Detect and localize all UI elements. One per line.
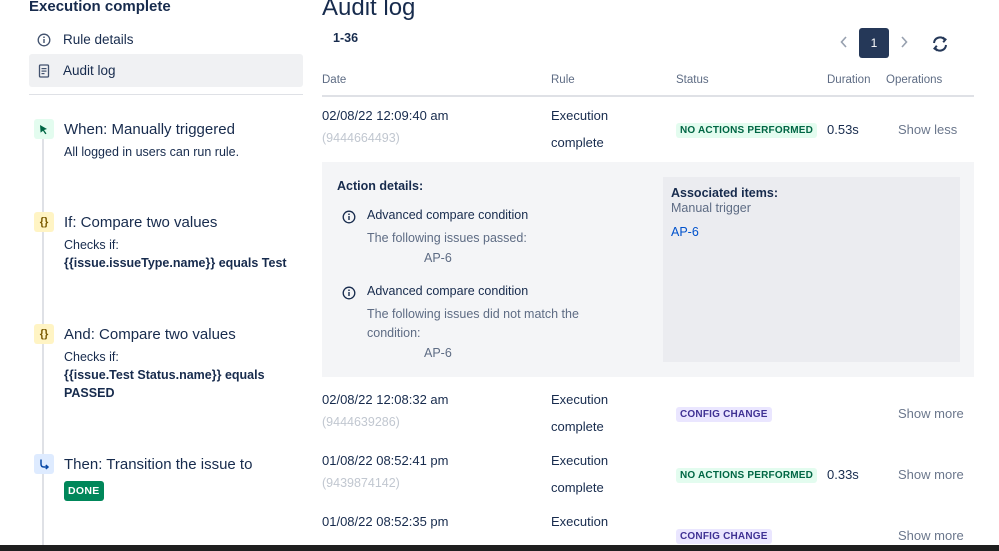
row-duration: 0.53s <box>827 122 859 137</box>
issue-link[interactable]: AP-6 <box>671 225 699 239</box>
step-title: Then: Transition the issue to <box>64 456 253 473</box>
row-rule-cont: complete <box>551 480 604 495</box>
info-icon <box>37 33 51 47</box>
rule-sidebar: Execution complete Rule details Audit lo… <box>0 0 310 551</box>
document-icon <box>37 63 51 78</box>
row-rule-cont: complete <box>551 419 604 434</box>
table-row: 01/08/22 08:52:41 pm (9439874142) Execut… <box>322 453 974 513</box>
row-rule: Execution <box>551 108 609 123</box>
column-header-date: Date <box>322 74 347 86</box>
show-more-link[interactable]: Show more <box>898 467 964 482</box>
action-details-panel: Action details: Advanced compare conditi… <box>322 162 974 377</box>
show-more-link[interactable]: Show more <box>898 406 964 421</box>
table-row: 02/08/22 12:09:40 am (9444664493) Execut… <box>322 108 974 168</box>
step-description: Checks if: {{issue.issueType.name}} equa… <box>64 236 304 272</box>
row-execution-id: (9439874142) <box>322 476 400 490</box>
os-taskbar-edge <box>0 545 999 551</box>
nav-rule-details[interactable]: Rule details <box>29 23 303 56</box>
table-row: 01/08/22 08:52:35 pm Execution CONFIG CH… <box>322 514 974 545</box>
status-badge: CONFIG CHANGE <box>676 529 772 544</box>
associated-items-source: Manual trigger <box>671 201 751 215</box>
row-date: 02/08/22 12:09:40 am <box>322 108 449 123</box>
braces-icon: {} <box>34 212 54 232</box>
row-execution-id: (9444639286) <box>322 415 400 429</box>
status-badge: CONFIG CHANGE <box>676 407 772 422</box>
table-row: 02/08/22 12:08:32 am (9444639286) Execut… <box>322 392 974 452</box>
associated-items-box: Associated items: Manual trigger AP-6 <box>663 177 960 362</box>
column-header-duration: Duration <box>827 74 871 86</box>
nav-rule-details-label: Rule details <box>63 32 134 47</box>
chevron-left-icon[interactable] <box>834 30 854 54</box>
condition-result: Advanced compare condition The following… <box>342 208 642 278</box>
step-desc-expression: {{issue.issueType.name}} equals Test <box>64 256 287 270</box>
sidebar-divider <box>29 94 303 95</box>
page-title: Audit log <box>322 0 416 21</box>
pagination-page-current[interactable]: 1 <box>859 28 889 58</box>
condition-description: The following issues passed: <box>367 231 527 245</box>
condition-description: The following issues did not match the c… <box>367 307 579 340</box>
associated-items-heading: Associated items: <box>671 186 778 200</box>
result-range: 1-36 <box>333 31 359 45</box>
show-less-link[interactable]: Show less <box>898 122 957 137</box>
transition-icon <box>34 454 54 474</box>
step-description: All logged in users can run rule. <box>64 145 240 159</box>
row-date: 01/08/22 08:52:41 pm <box>322 453 449 468</box>
step-desc-prefix: Checks if: <box>64 238 119 252</box>
nav-audit-log-label: Audit log <box>63 63 116 78</box>
action-details-heading: Action details: <box>337 179 424 193</box>
row-date: 01/08/22 08:52:35 pm <box>322 514 449 529</box>
condition-title: Advanced compare condition <box>367 284 529 298</box>
issue-key: AP-6 <box>424 346 452 360</box>
row-date: 02/08/22 12:08:32 am <box>322 392 449 407</box>
condition-result: Advanced compare condition The following… <box>342 284 642 364</box>
column-header-operations: Operations <box>886 74 943 86</box>
chevron-right-icon[interactable] <box>894 30 914 54</box>
info-icon <box>342 286 356 300</box>
row-rule: Execution <box>551 514 609 529</box>
nav-audit-log[interactable]: Audit log <box>29 54 303 87</box>
condition-title: Advanced compare condition <box>367 208 529 222</box>
table-header-divider <box>322 95 974 97</box>
info-icon <box>342 210 356 224</box>
status-lozenge-done: DONE <box>64 481 104 501</box>
execution-status-title: Execution complete <box>29 0 171 15</box>
step-desc-expression: {{issue.Test Status.name}} equals PASSED <box>64 368 265 400</box>
status-badge: NO ACTIONS PERFORMED <box>676 123 818 138</box>
step-description: Checks if: {{issue.Test Status.name}} eq… <box>64 348 304 402</box>
row-execution-id: (9444664493) <box>322 131 400 145</box>
column-header-status: Status <box>676 74 709 86</box>
cursor-click-icon <box>34 119 54 139</box>
row-rule: Execution <box>551 392 609 407</box>
row-duration: 0.33s <box>827 467 859 482</box>
row-rule: Execution <box>551 453 609 468</box>
step-desc-prefix: Checks if: <box>64 350 119 364</box>
status-badge: NO ACTIONS PERFORMED <box>676 468 818 483</box>
column-header-rule: Rule <box>551 74 575 86</box>
step-description: DONE <box>64 478 304 501</box>
row-rule-cont: complete <box>551 135 604 150</box>
step-title: And: Compare two values <box>64 326 236 343</box>
step-title: When: Manually triggered <box>64 121 235 138</box>
issue-key: AP-6 <box>424 251 452 265</box>
refresh-icon[interactable] <box>930 34 952 56</box>
step-title: If: Compare two values <box>64 214 218 231</box>
show-more-link[interactable]: Show more <box>898 528 964 543</box>
braces-icon: {} <box>34 324 54 344</box>
